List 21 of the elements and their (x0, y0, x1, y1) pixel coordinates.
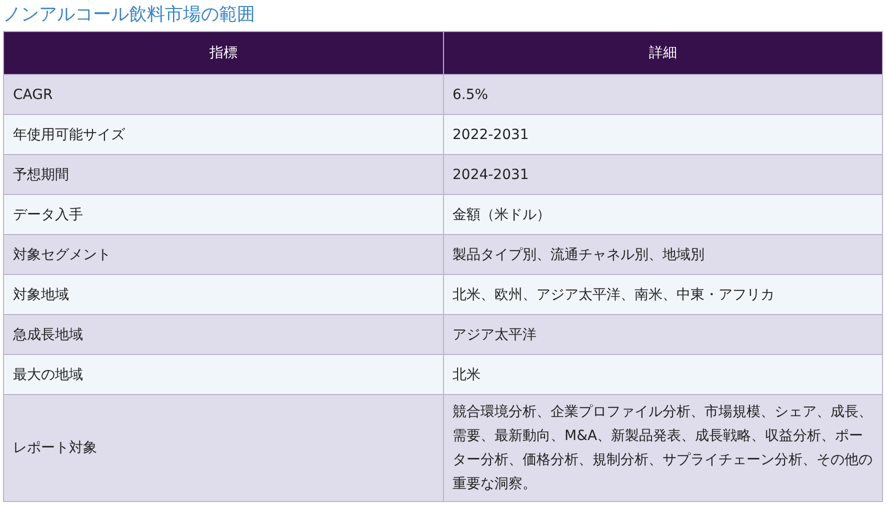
table-cell: 北米 (443, 354, 882, 394)
table-cell: レポート対象 (4, 394, 443, 502)
table-cell: 最大の地域 (4, 354, 443, 394)
table-cell: 年使用可能サイズ (4, 114, 443, 154)
table-cell: 予想期間 (4, 154, 443, 194)
table-cell: 6.5% (443, 74, 882, 114)
column-header: 詳細 (443, 32, 882, 74)
table-cell: 製品タイプ別、流通チャネル別、地域別 (443, 234, 882, 274)
table-cell: 対象地域 (4, 274, 443, 314)
column-header: 指標 (4, 32, 443, 74)
table-cell: 対象セグメント (4, 234, 443, 274)
table-cell: 競合環境分析、企業プロファイル分析、市場規模、シェア、成長、需要、最新動向、M&A、新製品発表、成長戦略、収益分析、ポーター分析、価格分析、規制分析、サプライチェーン分析、その他の重要な洞察。 (443, 394, 882, 502)
table-cell: 急成長地域 (4, 314, 443, 354)
table-cell: 2022-2031 (443, 114, 882, 154)
table-cell: データ入手 (4, 194, 443, 234)
table-cell: 2024-2031 (443, 154, 882, 194)
table-cell: CAGR (4, 74, 443, 114)
table-cell: 北米、欧州、アジア太平洋、南米、中東・アフリカ (443, 274, 882, 314)
section-title: ノンアルコール飲料市場の範囲 (3, 3, 256, 27)
table-cell: 金額（米ドル） (443, 194, 882, 234)
table-cell: アジア太平洋 (443, 314, 882, 354)
